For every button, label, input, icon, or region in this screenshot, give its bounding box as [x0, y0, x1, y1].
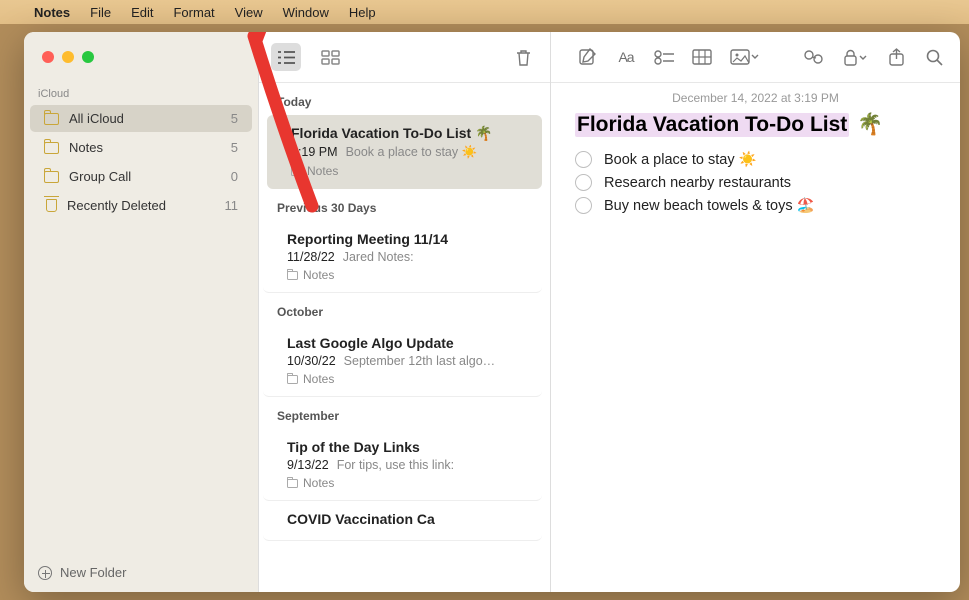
note-card[interactable]: COVID Vaccination Ca: [263, 501, 542, 541]
checklist-item[interactable]: Book a place to stay ☀️: [575, 151, 936, 168]
note-card-title: COVID Vaccination Ca: [287, 511, 524, 527]
folder-icon: [44, 142, 59, 154]
lock-button[interactable]: [840, 49, 870, 66]
table-button[interactable]: [690, 50, 714, 64]
format-button[interactable]: Aa: [614, 49, 638, 65]
folder-icon: [44, 171, 59, 183]
menubar: Notes File Edit Format View Window Help: [0, 0, 969, 24]
checklist-item[interactable]: Buy new beach towels & toys 🏖️: [575, 197, 936, 214]
note-body[interactable]: December 14, 2022 at 3:19 PM Florida Vac…: [551, 82, 960, 592]
checklist-text: Research nearby restaurants: [604, 175, 791, 191]
sidebar: iCloud All iCloud 5 Notes 5 Group Call 0 Re…: [24, 32, 258, 592]
note-title-row: Florida Vacation To-Do List 🌴: [575, 113, 936, 137]
note-card-folder: Notes: [287, 268, 524, 282]
list-section-header: Today: [259, 83, 550, 115]
zoom-button[interactable]: [82, 51, 94, 63]
note-toolbar: Aa: [551, 32, 960, 82]
trash-icon: [46, 199, 57, 212]
note-card-preview: Book a place to stay ☀️: [346, 145, 478, 160]
checkbox[interactable]: [575, 174, 592, 191]
minimize-button[interactable]: [62, 51, 74, 63]
list-toolbar: [259, 32, 550, 82]
checklist-button[interactable]: [652, 50, 676, 64]
sidebar-item-count: 0: [231, 169, 238, 184]
sidebar-item-count: 11: [225, 198, 239, 213]
note-card-preview: September 12th last algo…: [344, 354, 495, 368]
link-button[interactable]: [802, 50, 826, 64]
sidebar-item-label: Notes: [69, 140, 103, 155]
note-timestamp: December 14, 2022 at 3:19 PM: [575, 91, 936, 105]
close-button[interactable]: [42, 51, 54, 63]
note-card-title: Tip of the Day Links: [287, 439, 524, 455]
share-button[interactable]: [884, 48, 908, 66]
checklist-item[interactable]: Research nearby restaurants: [575, 174, 936, 191]
folder-icon: [287, 375, 298, 384]
note-card-folder: Notes: [287, 476, 524, 490]
delete-note-button[interactable]: [508, 43, 538, 71]
notes-window: iCloud All iCloud 5 Notes 5 Group Call 0 Re…: [24, 32, 960, 592]
note-card-time: 3:19 PM: [291, 145, 338, 160]
plus-icon: [38, 566, 52, 580]
checklist-text: Book a place to stay ☀️: [604, 151, 757, 168]
sidebar-item-label: Group Call: [69, 169, 131, 184]
sidebar-item-count: 5: [231, 111, 238, 126]
folder-icon: [44, 113, 59, 125]
new-folder-button[interactable]: New Folder: [24, 553, 258, 592]
note-card-folder: Notes: [291, 164, 524, 178]
sidebar-item-all-icloud[interactable]: All iCloud 5: [30, 105, 252, 132]
sidebar-item-group-call[interactable]: Group Call 0: [30, 163, 252, 190]
folder-icon: [291, 167, 302, 176]
folder-icon: [287, 271, 298, 280]
palm-emoji: 🌴: [857, 113, 883, 137]
new-folder-label: New Folder: [60, 565, 126, 580]
note-card[interactable]: Florida Vacation To-Do List 🌴 3:19 PM Boo…: [267, 115, 542, 189]
sidebar-section-header: iCloud: [24, 82, 258, 104]
note-editor-pane: Aa December 14, 2022 at 3:19 PM Florida …: [550, 32, 960, 592]
note-card-title: Reporting Meeting 11/14: [287, 231, 524, 247]
new-note-button[interactable]: [576, 48, 600, 66]
menu-view[interactable]: View: [235, 5, 263, 20]
view-gallery-button[interactable]: [315, 43, 345, 71]
sidebar-item-recently-deleted[interactable]: Recently Deleted 11: [30, 192, 252, 219]
note-card-folder: Notes: [287, 372, 524, 386]
note-card-title: Last Google Algo Update: [287, 335, 524, 351]
note-card-preview: Jared Notes:: [343, 250, 414, 264]
window-controls: [24, 32, 258, 82]
list-section-header: Previous 30 Days: [259, 189, 550, 221]
list-section-header: October: [259, 293, 550, 325]
note-card[interactable]: Tip of the Day Links 9/13/22 For tips, us…: [263, 429, 542, 501]
checkbox[interactable]: [575, 151, 592, 168]
note-card[interactable]: Reporting Meeting 11/14 11/28/22 Jared No…: [263, 221, 542, 293]
checklist-text: Buy new beach towels & toys 🏖️: [604, 197, 815, 214]
menu-file[interactable]: File: [90, 5, 111, 20]
view-list-button[interactable]: [271, 43, 301, 71]
note-card-time: 9/13/22: [287, 458, 329, 472]
search-button[interactable]: [922, 49, 946, 66]
sidebar-item-notes[interactable]: Notes 5: [30, 134, 252, 161]
list-section-header: September: [259, 397, 550, 429]
media-button[interactable]: [728, 49, 760, 65]
sidebar-item-count: 5: [231, 140, 238, 155]
note-card-time: 11/28/22: [287, 250, 335, 264]
note-card[interactable]: Last Google Algo Update 10/30/22 Septembe…: [263, 325, 542, 397]
menu-edit[interactable]: Edit: [131, 5, 153, 20]
note-card-time: 10/30/22: [287, 354, 336, 368]
menu-help[interactable]: Help: [349, 5, 376, 20]
folder-icon: [287, 479, 298, 488]
note-title[interactable]: Florida Vacation To-Do List: [575, 113, 849, 137]
menu-format[interactable]: Format: [173, 5, 214, 20]
note-card-title: Florida Vacation To-Do List 🌴: [291, 125, 524, 142]
checkbox[interactable]: [575, 197, 592, 214]
menu-app-name[interactable]: Notes: [34, 5, 70, 20]
sidebar-item-label: All iCloud: [69, 111, 124, 126]
note-list-pane: TodayFlorida Vacation To-Do List 🌴 3:19 …: [258, 32, 550, 592]
menu-window[interactable]: Window: [283, 5, 329, 20]
note-card-preview: For tips, use this link:: [337, 458, 454, 472]
sidebar-item-label: Recently Deleted: [67, 198, 166, 213]
